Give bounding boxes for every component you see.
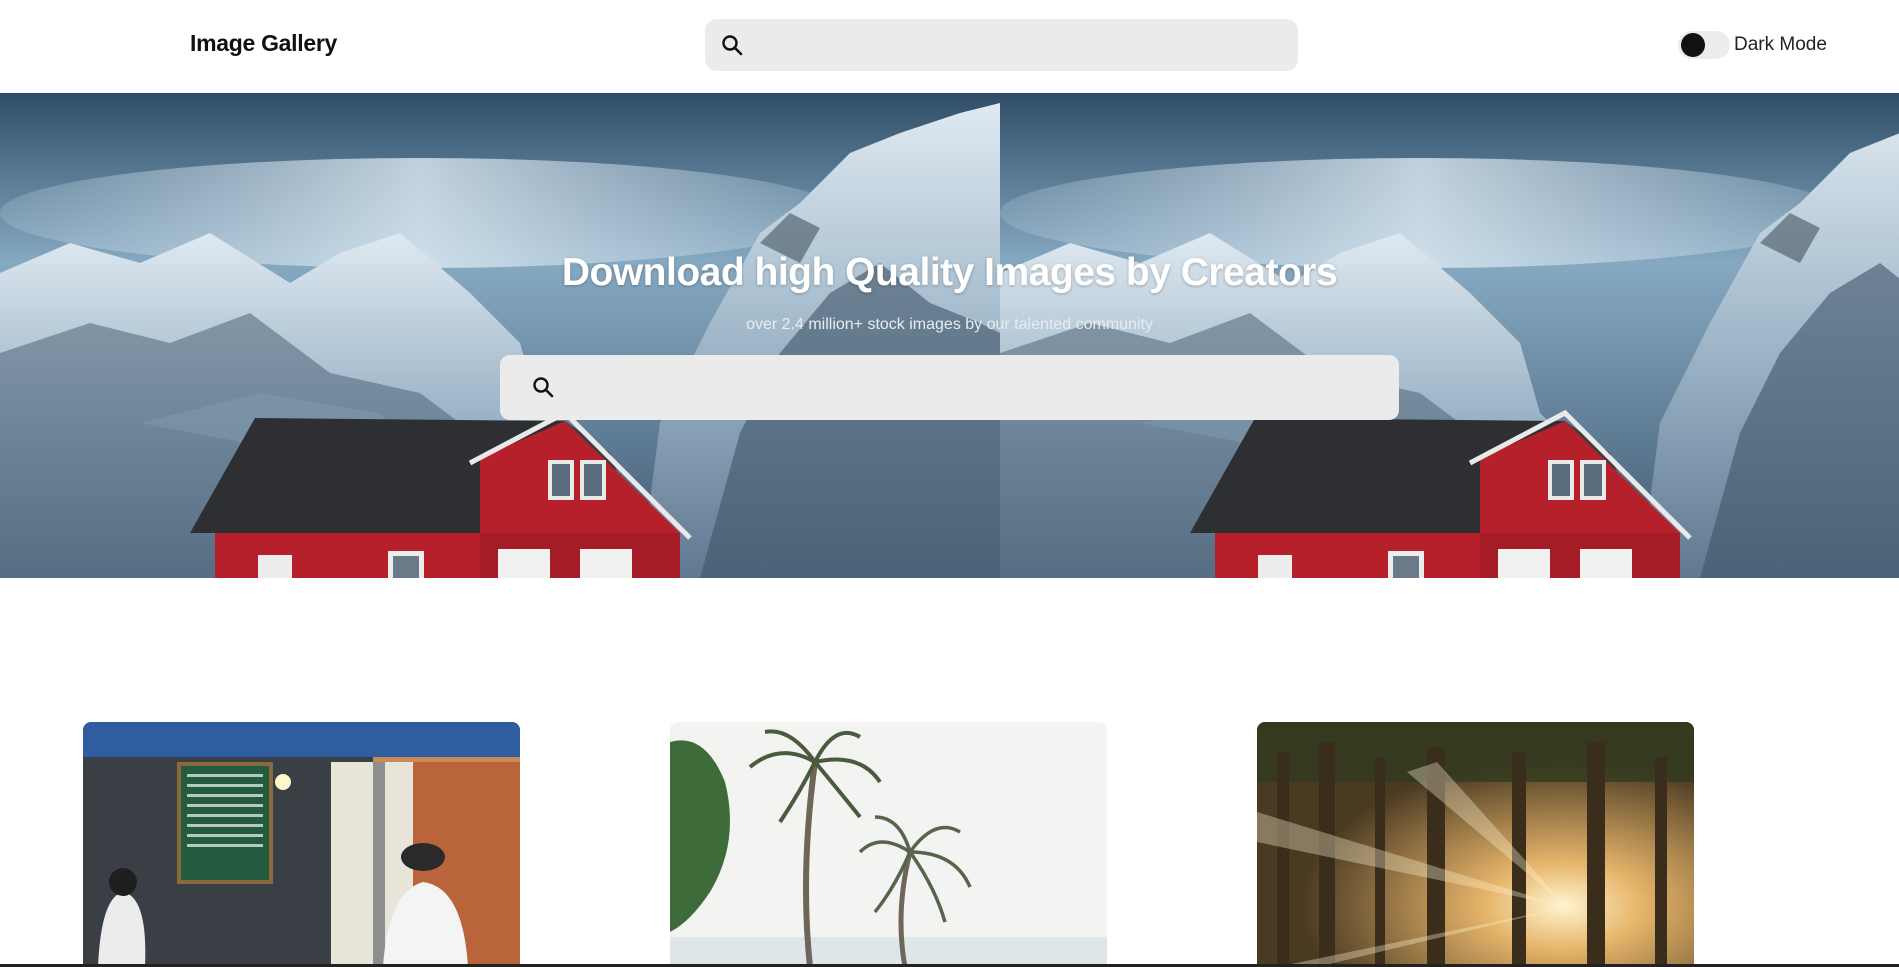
hero-background-image [0,93,1899,578]
search-icon [722,35,743,56]
header-search-input[interactable] [757,19,1287,71]
hero-banner: Download high Quality Images by Creators… [0,93,1899,578]
hero-search-bar[interactable] [500,355,1399,420]
header-search-bar[interactable] [705,19,1298,71]
dark-mode-label: Dark Mode [1734,34,1827,55]
dark-mode-toggle[interactable] [1678,31,1730,59]
site-logo[interactable]: Image Gallery [190,30,337,57]
hero-title: Download high Quality Images by Creators [561,251,1338,294]
sunlit-forest-photo[interactable] [1257,722,1694,967]
hero-search-input[interactable] [570,355,1380,420]
street-food-stall-photo[interactable] [83,722,520,967]
search-icon [533,377,554,398]
street-food-stall-image [83,722,520,967]
sunlit-forest-image [1257,722,1694,967]
palm-trees-image [670,722,1107,967]
toggle-knob [1681,33,1705,57]
hero-subtitle: over 2.4 million+ stock images by our ta… [746,316,1153,333]
palm-trees-photo[interactable] [670,722,1107,967]
top-navbar: Image Gallery Dark Mode [0,0,1899,93]
dark-mode-switch[interactable]: Dark Mode [1678,30,1827,60]
